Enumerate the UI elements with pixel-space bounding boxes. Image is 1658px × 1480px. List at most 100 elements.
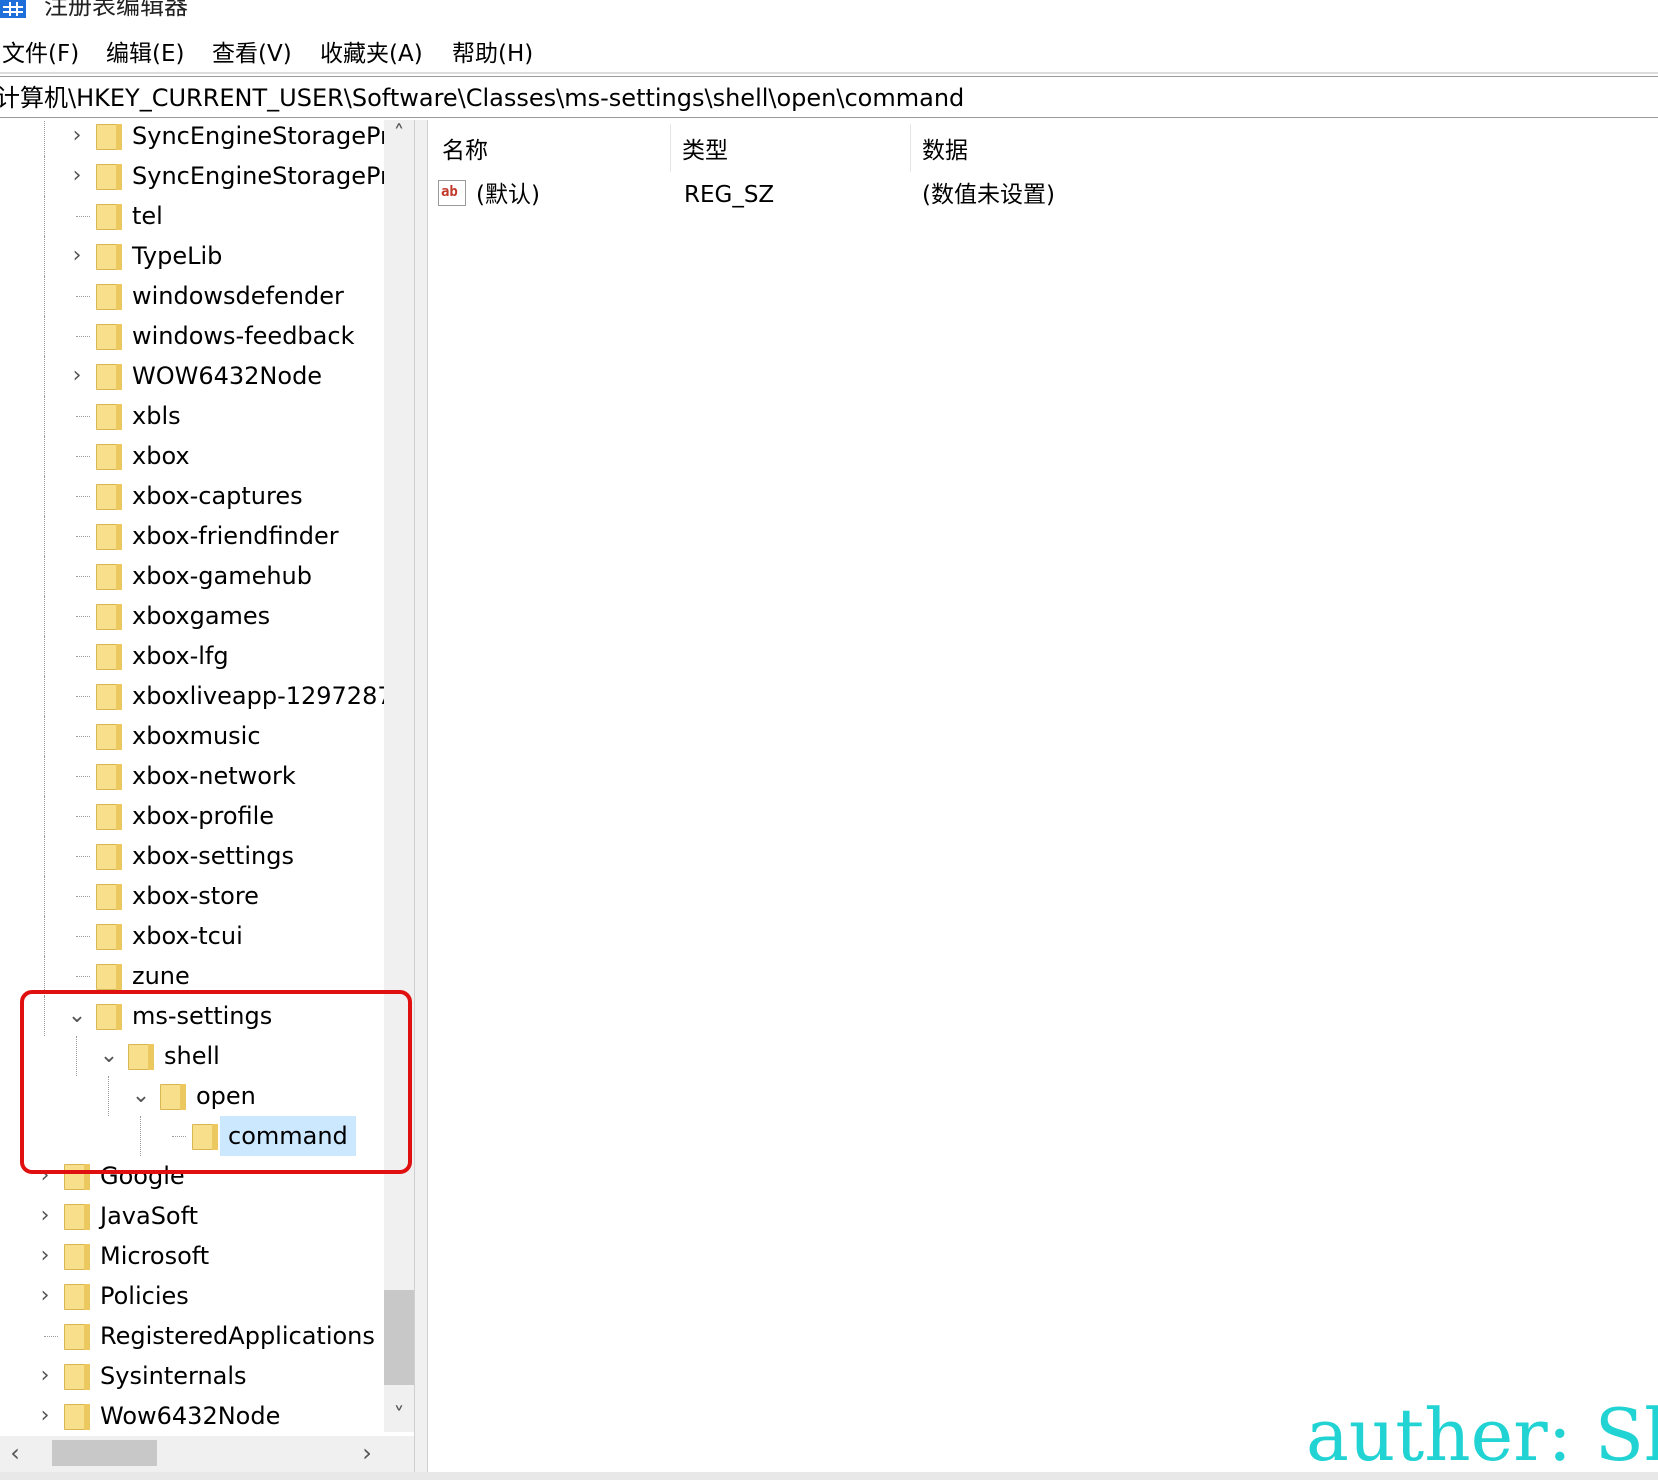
- tree-item[interactable]: xbox-gamehub: [0, 556, 384, 596]
- tree-guide-line: [76, 336, 90, 337]
- chevron-right-icon[interactable]: ›: [66, 243, 88, 269]
- tree-item[interactable]: › JavaSoft: [0, 1196, 384, 1236]
- tree-item[interactable]: xbox-captures: [0, 476, 384, 516]
- tree-item[interactable]: › Microsoft: [0, 1236, 384, 1276]
- tree-guide-line: [44, 1336, 58, 1337]
- regedit-app-icon: [0, 0, 26, 18]
- scroll-up-icon[interactable]: ˄: [384, 120, 414, 150]
- tree-item[interactable]: command: [0, 1116, 384, 1156]
- folder-icon: [96, 684, 122, 710]
- chevron-right-icon[interactable]: ›: [66, 363, 88, 389]
- horizontal-scroll-thumb[interactable]: [52, 1440, 157, 1466]
- chevron-right-icon[interactable]: ›: [66, 123, 88, 149]
- tree-guide-line: [44, 556, 45, 596]
- tree-item[interactable]: xboxgames: [0, 596, 384, 636]
- menu-file[interactable]: 文件(F): [2, 34, 79, 74]
- tree-item[interactable]: xboxmusic: [0, 716, 384, 756]
- folder-icon: [64, 1324, 90, 1350]
- chevron-right-icon[interactable]: ›: [34, 1243, 56, 1269]
- tree-item[interactable]: xbox-network: [0, 756, 384, 796]
- tree-item[interactable]: zune: [0, 956, 384, 996]
- vertical-scroll-thumb[interactable]: [384, 1290, 414, 1385]
- folder-icon: [96, 164, 122, 190]
- tree-item[interactable]: RegisteredApplications: [0, 1316, 384, 1356]
- tree-item[interactable]: ⌄ ms-settings: [0, 996, 384, 1036]
- tree-guide-line: [76, 696, 90, 697]
- pane-splitter[interactable]: [414, 120, 428, 1472]
- tree-guide-line: [44, 756, 45, 796]
- tree-item[interactable]: xbox-store: [0, 876, 384, 916]
- tree-item[interactable]: › SyncEngineStorageProvi: [0, 156, 418, 196]
- tree-item[interactable]: › TypeLib: [0, 236, 384, 276]
- chevron-right-icon[interactable]: ›: [34, 1203, 56, 1229]
- menu-bar: 文件(F) 编辑(E) 查看(V) 收藏夹(A) 帮助(H): [0, 34, 1658, 74]
- tree-item[interactable]: xbls: [0, 396, 384, 436]
- scroll-left-icon[interactable]: ‹: [0, 1438, 30, 1468]
- chevron-right-icon[interactable]: ›: [34, 1403, 56, 1429]
- tree-guide-line: [44, 436, 45, 476]
- chevron-right-icon[interactable]: ›: [34, 1163, 56, 1189]
- tree-item[interactable]: › Wow6432Node: [0, 1396, 384, 1436]
- tree-item[interactable]: › Google: [0, 1156, 384, 1196]
- folder-icon: [96, 764, 122, 790]
- tree-horizontal-scrollbar[interactable]: ‹ ›: [0, 1436, 414, 1472]
- column-header-data[interactable]: 数据: [908, 130, 1308, 172]
- folder-icon: [192, 1124, 218, 1150]
- folder-icon: [96, 284, 122, 310]
- scroll-right-icon[interactable]: ›: [352, 1438, 382, 1468]
- tree-vertical-scrollbar[interactable]: ˄ ˅: [384, 120, 414, 1432]
- chevron-right-icon[interactable]: ›: [34, 1363, 56, 1389]
- folder-icon: [64, 1164, 90, 1190]
- tree-item[interactable]: windowsdefender: [0, 276, 384, 316]
- tree-item[interactable]: xbox-friendfinder: [0, 516, 384, 556]
- tree-item[interactable]: xbox-lfg: [0, 636, 384, 676]
- chevron-right-icon[interactable]: ›: [34, 1283, 56, 1309]
- chevron-right-icon[interactable]: ›: [66, 163, 88, 189]
- chevron-down-icon[interactable]: ⌄: [66, 1003, 88, 1029]
- tree-guide-line: [140, 1116, 141, 1156]
- tree-guide-line: [76, 496, 90, 497]
- registry-tree[interactable]: › SyncEngineStorageProvi › SyncEngineStorag…: [0, 120, 418, 1472]
- column-header-name[interactable]: 名称: [428, 130, 668, 172]
- tree-item-label: xbox-gamehub: [132, 562, 312, 590]
- tree-guide-line: [44, 836, 45, 876]
- tree-item[interactable]: xbox-settings: [0, 836, 384, 876]
- chevron-down-icon[interactable]: ⌄: [130, 1083, 152, 1109]
- tree-item[interactable]: › SyncEngineStorageProvi: [0, 120, 418, 156]
- tree-guide-line: [44, 796, 45, 836]
- tree-item[interactable]: xbox-profile: [0, 796, 384, 836]
- menu-favorites[interactable]: 收藏夹(A): [320, 34, 423, 74]
- tree-item[interactable]: xbox: [0, 436, 384, 476]
- menu-edit[interactable]: 编辑(E): [106, 34, 184, 74]
- tree-item[interactable]: › Sysinternals: [0, 1356, 384, 1396]
- column-header-type[interactable]: 类型: [668, 130, 908, 172]
- tree-item[interactable]: tel: [0, 196, 384, 236]
- folder-icon: [96, 924, 122, 950]
- tree-item[interactable]: ⌄ shell: [0, 1036, 384, 1076]
- tree-item-label: xbox-captures: [132, 482, 303, 510]
- address-path[interactable]: 计算机\HKEY_CURRENT_USER\Software\Classes\m…: [0, 81, 964, 115]
- tree-item[interactable]: xbox-tcui: [0, 916, 384, 956]
- value-row[interactable]: ab (默认) REG_SZ (数值未设置): [428, 174, 1628, 216]
- tree-item[interactable]: › WOW6432Node: [0, 356, 384, 396]
- tree-item-label: tel: [132, 202, 163, 230]
- selected-tree-item-label: command: [220, 1116, 356, 1156]
- folder-icon: [96, 724, 122, 750]
- value-data: (数值未设置): [922, 182, 1055, 208]
- tree-item[interactable]: › Policies: [0, 1276, 384, 1316]
- folder-icon: [64, 1244, 90, 1270]
- tree-item-label: WOW6432Node: [132, 362, 323, 390]
- address-bar[interactable]: 计算机\HKEY_CURRENT_USER\Software\Classes\m…: [0, 76, 1658, 118]
- tree-item[interactable]: ⌄ open: [0, 1076, 384, 1116]
- tree-guide-line: [76, 976, 90, 977]
- scroll-down-icon[interactable]: ˅: [384, 1402, 414, 1432]
- tree-item[interactable]: xboxliveapp-129728774: [0, 676, 418, 716]
- values-list[interactable]: 名称 类型 数据 ab (默认) REG_SZ (数值未设置) auther: …: [428, 120, 1658, 1477]
- chevron-down-icon[interactable]: ⌄: [98, 1043, 120, 1069]
- tree-guide-line: [76, 816, 90, 817]
- menu-view[interactable]: 查看(V): [212, 34, 292, 74]
- folder-icon: [160, 1084, 186, 1110]
- tree-item-label: Microsoft: [100, 1242, 210, 1270]
- tree-item[interactable]: windows-feedback: [0, 316, 384, 356]
- menu-help[interactable]: 帮助(H): [452, 34, 533, 74]
